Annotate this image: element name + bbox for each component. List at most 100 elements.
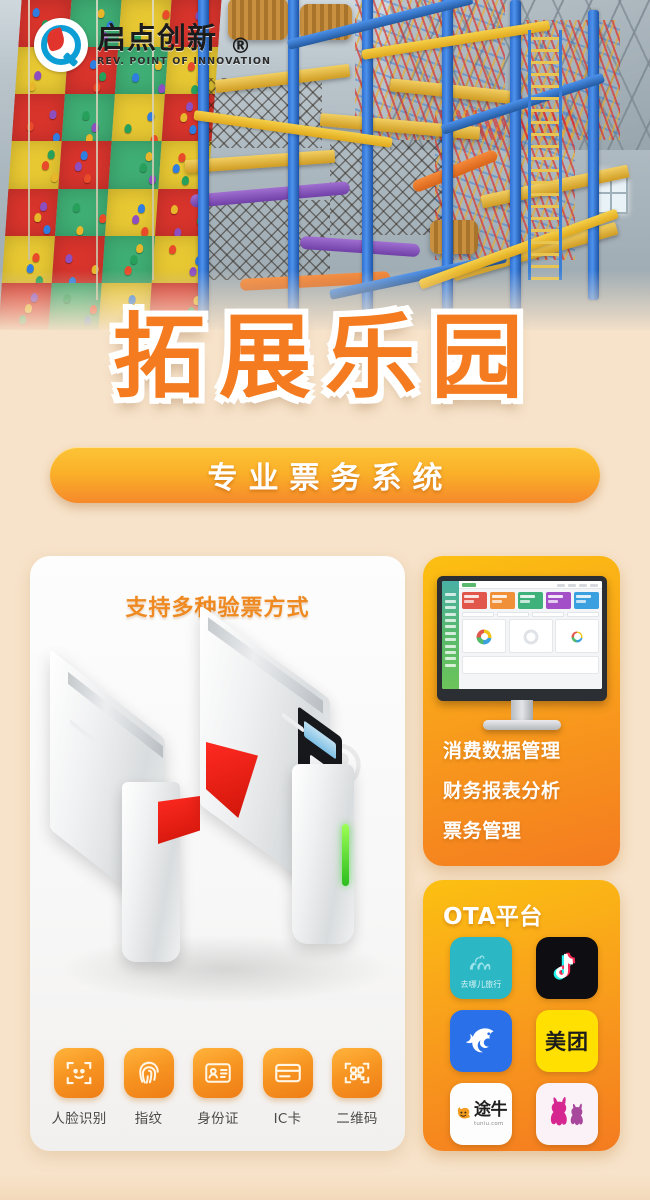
- tuniu-url: tuniu.com: [474, 1120, 504, 1127]
- subtitle-text: 专业票务系统: [207, 461, 454, 496]
- climb-hold: [49, 110, 57, 120]
- meituan-logo[interactable]: 美团: [536, 1010, 598, 1072]
- logo-mark-icon: [34, 18, 88, 72]
- climb-hold: [131, 73, 140, 83]
- method-id-card[interactable]: 身份证: [187, 1048, 249, 1127]
- climb-block: [61, 94, 115, 144]
- method-fingerprint[interactable]: 指纹: [118, 1048, 180, 1127]
- method-qr-code[interactable]: 二维码: [326, 1048, 388, 1127]
- climb-hold: [141, 226, 149, 236]
- qunar-logo[interactable]: 去哪儿旅行: [450, 937, 512, 999]
- tuniu-logo[interactable]: 途牛 tuniu.com: [450, 1083, 512, 1145]
- safety-rope: [28, 0, 30, 260]
- monitor-screen: [442, 581, 602, 689]
- dashboard-topbar: [459, 581, 602, 589]
- ota-card-title: OTA平台: [443, 904, 543, 930]
- id-card-icon: [193, 1048, 243, 1098]
- climb-hold: [32, 8, 40, 17]
- qunar-camel-icon: [469, 954, 491, 970]
- climb-hold: [98, 72, 107, 82]
- climb-hold: [80, 151, 88, 161]
- dashboard-filters: [459, 612, 602, 619]
- climb-block: [58, 141, 112, 189]
- climb-hold: [43, 224, 51, 234]
- dashboard-sidebar: [442, 581, 459, 689]
- climb-hold: [74, 162, 83, 172]
- bottom-fade: [0, 1174, 650, 1200]
- douyin-logo[interactable]: [536, 937, 598, 999]
- monitor-illustration: [437, 576, 607, 730]
- climb-hold: [82, 111, 90, 121]
- climb-hold: [41, 161, 50, 171]
- dashboard-stat-tile: [573, 592, 600, 609]
- climb-hold: [39, 201, 48, 211]
- dashboard-preview: [442, 581, 602, 689]
- climb-hold: [33, 71, 42, 81]
- ctrip-dolphin-icon: [465, 1028, 494, 1053]
- poster-root: 启点创新 REV. POINT OF INNOVATION ® 拓展乐园 专业票…: [0, 0, 650, 1200]
- climb-hold: [50, 173, 59, 183]
- rabbit-icon: [550, 1096, 583, 1126]
- climb-hold: [131, 214, 140, 224]
- climb-block: [111, 94, 165, 145]
- dashboard-stat-tile: [545, 592, 572, 609]
- method-face[interactable]: 人脸识别: [48, 1048, 110, 1127]
- climb-hold: [172, 164, 181, 174]
- method-label: IC卡: [273, 1111, 302, 1127]
- method-label: 身份证: [197, 1111, 239, 1127]
- climb-block: [105, 188, 159, 236]
- verification-card: 支持多种验票方式 ®: [30, 556, 405, 1151]
- qunar-label: 去哪儿旅行: [460, 980, 502, 989]
- management-card: 消费数据管理 财务报表分析 票务管理: [423, 556, 620, 866]
- tuniu-label: 途牛: [474, 1099, 508, 1120]
- method-label: 指纹: [134, 1111, 163, 1127]
- ota-card: OTA平台 去哪儿旅行 美团 途牛 tuniu.com: [423, 880, 620, 1151]
- method-label: 人脸识别: [51, 1111, 107, 1127]
- ota-logo-grid: 去哪儿旅行 美团 途牛 tuniu.com: [450, 937, 598, 1145]
- verification-methods: 人脸识别 指纹 身份证 IC卡 二维码: [48, 1048, 388, 1127]
- method-ic-card[interactable]: IC卡: [257, 1048, 319, 1127]
- dashboard-stat-tiles: [459, 589, 602, 612]
- monitor-stand-base: [483, 720, 561, 730]
- method-label: 二维码: [336, 1111, 378, 1127]
- qr-code-icon: [332, 1048, 382, 1098]
- dashboard-stat-tile: [462, 592, 488, 609]
- dashboard-table: [462, 656, 599, 674]
- climb-hold: [135, 243, 144, 253]
- climb-block: [8, 141, 62, 189]
- monitor-bezel: [437, 576, 607, 701]
- ctrip-logo[interactable]: [450, 1010, 512, 1072]
- climb-hold: [124, 124, 132, 134]
- climb-hold: [32, 252, 40, 262]
- climb-hold: [168, 244, 177, 254]
- fingerprint-icon: [123, 1048, 174, 1098]
- climb-hold: [139, 163, 148, 173]
- turnstile-illustration: [30, 604, 405, 1024]
- dashboard-stat-tile: [489, 592, 516, 609]
- feature-item: 消费数据管理: [443, 740, 561, 762]
- ic-card-icon: [262, 1048, 313, 1098]
- climb-hold: [76, 225, 84, 235]
- climb-block: [5, 188, 59, 236]
- monitor-stand-neck: [511, 700, 533, 722]
- climb-hold: [72, 202, 81, 212]
- douyin-note-icon: [553, 952, 576, 980]
- rabbit-logo[interactable]: [536, 1083, 598, 1145]
- feature-item: 财务报表分析: [443, 780, 561, 802]
- feature-item: 票务管理: [443, 820, 522, 842]
- climb-block: [55, 188, 109, 236]
- face-recognition-icon: [54, 1048, 104, 1098]
- registered-mark: ®: [230, 34, 251, 58]
- climb-block: [11, 94, 65, 143]
- climb-hold: [97, 9, 105, 18]
- management-feature-list: 消费数据管理 财务报表分析 票务管理: [423, 736, 620, 856]
- climb-hold: [170, 204, 179, 214]
- climb-hold: [34, 212, 42, 222]
- brand-logo: 启点创新 REV. POINT OF INNOVATION ®: [34, 18, 271, 72]
- climb-hold: [65, 253, 73, 263]
- climb-hold: [130, 254, 138, 264]
- dashboard-stat-tile: [517, 592, 544, 609]
- climb-hold: [47, 150, 56, 160]
- climb-hold: [137, 203, 146, 213]
- page-title: 拓展乐园: [112, 304, 537, 411]
